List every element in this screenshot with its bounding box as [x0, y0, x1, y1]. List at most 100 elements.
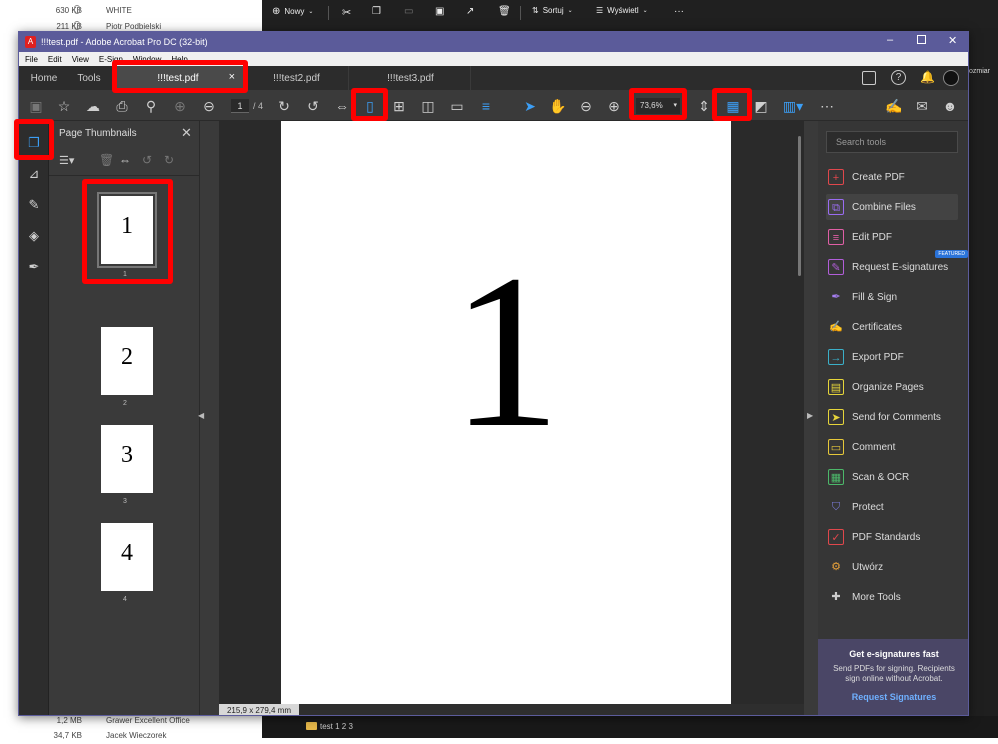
collapse-left-icon[interactable]: ◀	[198, 411, 204, 420]
bookmark-icon[interactable]: ⊿	[26, 166, 42, 182]
thumbnail-page-4[interactable]: 4	[101, 523, 153, 591]
reading-mode-icon[interactable]: ≡	[477, 97, 495, 115]
rotate-counterclockwise-icon[interactable]: ↺	[304, 97, 322, 115]
email-icon[interactable]: ✉	[913, 97, 931, 115]
scrollbar-thumb[interactable]	[798, 136, 801, 276]
tool-utworz[interactable]: ⚙ Utwórz	[828, 554, 958, 580]
share-icon[interactable]: ↗	[466, 6, 474, 17]
fit-width-icon[interactable]: ⇔	[333, 97, 351, 115]
two-page-view-icon[interactable]: ◫	[419, 97, 437, 115]
delete-icon[interactable]: 🗑	[498, 6, 511, 17]
notifications-bell-icon[interactable]: 🔔	[920, 70, 935, 84]
zoom-in-icon[interactable]: ⊕	[605, 97, 623, 115]
sign-icon[interactable]: ✍	[885, 97, 903, 115]
single-page-view-icon[interactable]: ▯	[361, 97, 379, 115]
folder-name[interactable]: test 1 2 3	[320, 722, 353, 731]
save-icon[interactable]: ▣	[27, 97, 45, 115]
menu-edit[interactable]: Edit	[48, 55, 62, 64]
tool-scan-ocr[interactable]: ▦ Scan & OCR	[828, 464, 958, 490]
find-zoom-icon[interactable]: ⚲	[142, 97, 160, 115]
tool-edit-pdf[interactable]: ≡ Edit PDF	[828, 224, 958, 250]
tab-document-1[interactable]: !!!test.pdf ×	[113, 66, 243, 90]
cut-icon[interactable]: ✂	[342, 6, 351, 19]
tool-organize-pages[interactable]: ▤ Organize Pages	[828, 374, 958, 400]
tool-send-for-comments[interactable]: ➤ Send for Comments	[828, 404, 958, 430]
new-button[interactable]: ⊕ Nowy ⌄	[272, 6, 313, 17]
search-tools-input[interactable]: Search tools	[826, 131, 958, 153]
share-user-icon[interactable]: ☻	[941, 97, 959, 115]
thumbnail-page-1[interactable]: 1	[97, 192, 157, 268]
previous-page-icon[interactable]: ⊕	[171, 97, 189, 115]
more-tools-icon[interactable]: ⋯	[818, 97, 836, 115]
menu-view[interactable]: View	[72, 55, 89, 64]
hand-tool-icon[interactable]: ✋	[549, 97, 567, 115]
paste-icon[interactable]: ▭	[404, 6, 413, 17]
page-display-dropdown-icon[interactable]: ▥▾	[781, 97, 805, 115]
tool-fill-sign[interactable]: ✒ Fill & Sign	[828, 284, 958, 310]
explorer-list-item[interactable]: 34,7 KB Jacek Wieczorek	[0, 728, 262, 744]
attachment-icon[interactable]: ✎	[26, 197, 42, 213]
rotate-clockwise-icon[interactable]: ↻	[275, 97, 293, 115]
tool-request-esignatures[interactable]: ✎ Request E-signatures FEATURED	[828, 250, 968, 280]
tool-combine-files[interactable]: ⧉ Combine Files	[826, 194, 958, 220]
scrolling-view-icon[interactable]: ⊞	[390, 97, 408, 115]
presentation-mode-icon[interactable]: ▭	[448, 97, 466, 115]
fit-page-icon[interactable]: ▦	[724, 97, 742, 115]
close-panel-icon[interactable]: ✕	[181, 125, 192, 141]
page-fit-icon[interactable]: ⇕	[695, 97, 713, 115]
print-icon[interactable]: ⎙	[113, 97, 131, 115]
tool-more-tools[interactable]: ✚ More Tools	[828, 584, 958, 610]
zoom-level-dropdown[interactable]: 73,6% ▾	[636, 98, 680, 114]
vertical-scrollbar[interactable]	[792, 121, 804, 704]
tab-tools[interactable]: Tools	[69, 66, 109, 90]
next-page-icon[interactable]: ⊖	[200, 97, 218, 115]
page-thumbnails-icon[interactable]: ❐	[26, 135, 42, 151]
cloud-upload-icon[interactable]: ☁	[84, 97, 102, 115]
explorer-list-item[interactable]: 630 KB WHITE	[0, 3, 262, 19]
rotate-cw-icon[interactable]: ↻	[164, 153, 174, 167]
bookmark-star-icon[interactable]: ☆	[55, 97, 73, 115]
tool-export-pdf[interactable]: → Export PDF	[828, 344, 958, 370]
select-pointer-icon[interactable]: ➤	[521, 97, 539, 115]
thumbnail-page-3[interactable]: 3	[101, 425, 153, 493]
delete-pages-icon[interactable]: 🗑	[99, 153, 114, 167]
zoom-out-icon[interactable]: ⊖	[577, 97, 595, 115]
menu-help[interactable]: Help	[171, 55, 187, 64]
tool-protect[interactable]: ⛉ Protect	[828, 494, 958, 520]
minimize-icon[interactable]: –	[887, 34, 893, 46]
left-panel-collapse[interactable]: ◀	[198, 121, 219, 715]
copy-icon[interactable]: ❐	[372, 6, 381, 17]
avatar[interactable]	[943, 70, 959, 86]
rotate-ccw-icon[interactable]: ↺	[142, 153, 152, 167]
close-window-icon[interactable]: ✕	[948, 34, 957, 47]
rename-icon[interactable]: ▣	[435, 6, 444, 17]
request-signatures-link[interactable]: Request Signatures	[818, 692, 968, 702]
tool-comment[interactable]: ▭ Comment	[828, 434, 958, 460]
help-icon[interactable]: ?	[891, 70, 906, 85]
menu-esign[interactable]: E-Sign	[99, 55, 123, 64]
share-screen-icon[interactable]	[862, 71, 876, 85]
layers-icon[interactable]: ◈	[26, 228, 42, 244]
tool-certificates[interactable]: ✍ Certificates	[828, 314, 958, 340]
collapse-right-icon[interactable]: ▶	[807, 411, 813, 420]
column-header-size[interactable]: ozmiar	[969, 68, 990, 75]
options-dropdown-icon[interactable]: ☰▾	[59, 154, 74, 167]
tool-create-pdf[interactable]: + Create PDF	[828, 164, 958, 190]
menu-window[interactable]: Window	[133, 55, 161, 64]
document-view[interactable]: 1	[219, 121, 804, 704]
signature-icon[interactable]: ✒	[26, 259, 42, 275]
tab-document-2[interactable]: !!!test2.pdf	[245, 66, 349, 90]
more-options-button[interactable]: ···	[674, 6, 684, 17]
right-panel-collapse[interactable]: ▶	[804, 121, 818, 715]
sort-button[interactable]: ⇅ Sortuj ⌄	[532, 6, 573, 15]
maximize-icon[interactable]	[917, 35, 926, 44]
menu-file[interactable]: File	[25, 55, 38, 64]
thumbnail-page-2[interactable]: 2	[101, 327, 153, 395]
tab-document-3[interactable]: !!!test3.pdf	[351, 66, 471, 90]
tab-home[interactable]: Home	[23, 66, 65, 90]
insert-page-icon[interactable]: ⇔	[119, 153, 131, 167]
full-screen-icon[interactable]: ◩	[752, 97, 770, 115]
page-number-input[interactable]: 1	[231, 99, 249, 113]
tool-pdf-standards[interactable]: ✓ PDF Standards	[828, 524, 958, 550]
view-button[interactable]: ☰ Wyświetl ⌄	[596, 6, 648, 15]
